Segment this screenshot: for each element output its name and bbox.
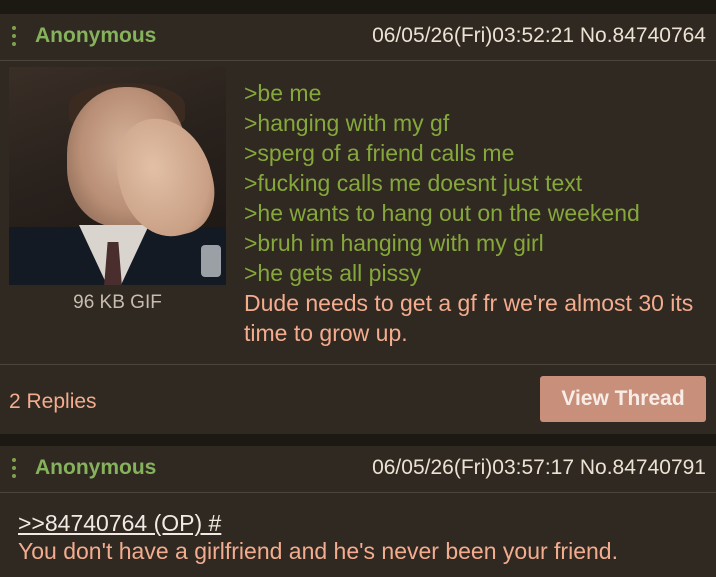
greentext-line: >he gets all pissy [244, 260, 422, 286]
greentext-line: >bruh im hanging with my girl [244, 230, 544, 256]
header-divider [0, 60, 716, 61]
post-header: Anonymous 06/05/26(Fri)03:52:21 No.84740… [0, 14, 716, 60]
view-thread-button[interactable]: View Thread [540, 376, 706, 422]
footer-divider [0, 364, 716, 365]
post-image-thumbnail[interactable] [9, 67, 226, 285]
post-text: You don't have a girlfriend and he's nev… [18, 538, 618, 564]
poster-name: Anonymous [35, 24, 157, 47]
header-divider [0, 492, 716, 493]
kebab-menu-icon[interactable] [11, 458, 17, 482]
greentext-line: >he wants to hang out on the weekend [244, 200, 640, 226]
greentext-line: >be me [244, 80, 322, 106]
greentext-line: >sperg of a friend calls me [244, 140, 515, 166]
post-body: >be me >hanging with my gf >sperg of a f… [244, 78, 709, 348]
top-gap [0, 0, 716, 14]
poster-name: Anonymous [35, 456, 157, 479]
post-meta[interactable]: 06/05/26(Fri)03:52:21 No.84740764 [372, 24, 706, 48]
file-size-label: 96 KB GIF [73, 292, 162, 313]
post-reply: Anonymous 06/05/26(Fri)03:57:17 No.84740… [0, 446, 716, 577]
kebab-menu-icon[interactable] [11, 26, 17, 50]
post-header: Anonymous 06/05/26(Fri)03:57:17 No.84740… [0, 446, 716, 492]
greentext-line: >fucking calls me doesnt just text [244, 170, 583, 196]
replies-count[interactable]: 2 Replies [9, 390, 97, 414]
greentext-line: >hanging with my gf [244, 110, 450, 136]
post-op: Anonymous 06/05/26(Fri)03:52:21 No.84740… [0, 14, 716, 434]
quote-link[interactable]: >>84740764 (OP) # [18, 510, 221, 537]
post-meta[interactable]: 06/05/26(Fri)03:57:17 No.84740791 [372, 456, 706, 480]
post-text: Dude needs to get a gf fr we're almost 3… [244, 290, 694, 346]
post-separator [0, 434, 716, 446]
